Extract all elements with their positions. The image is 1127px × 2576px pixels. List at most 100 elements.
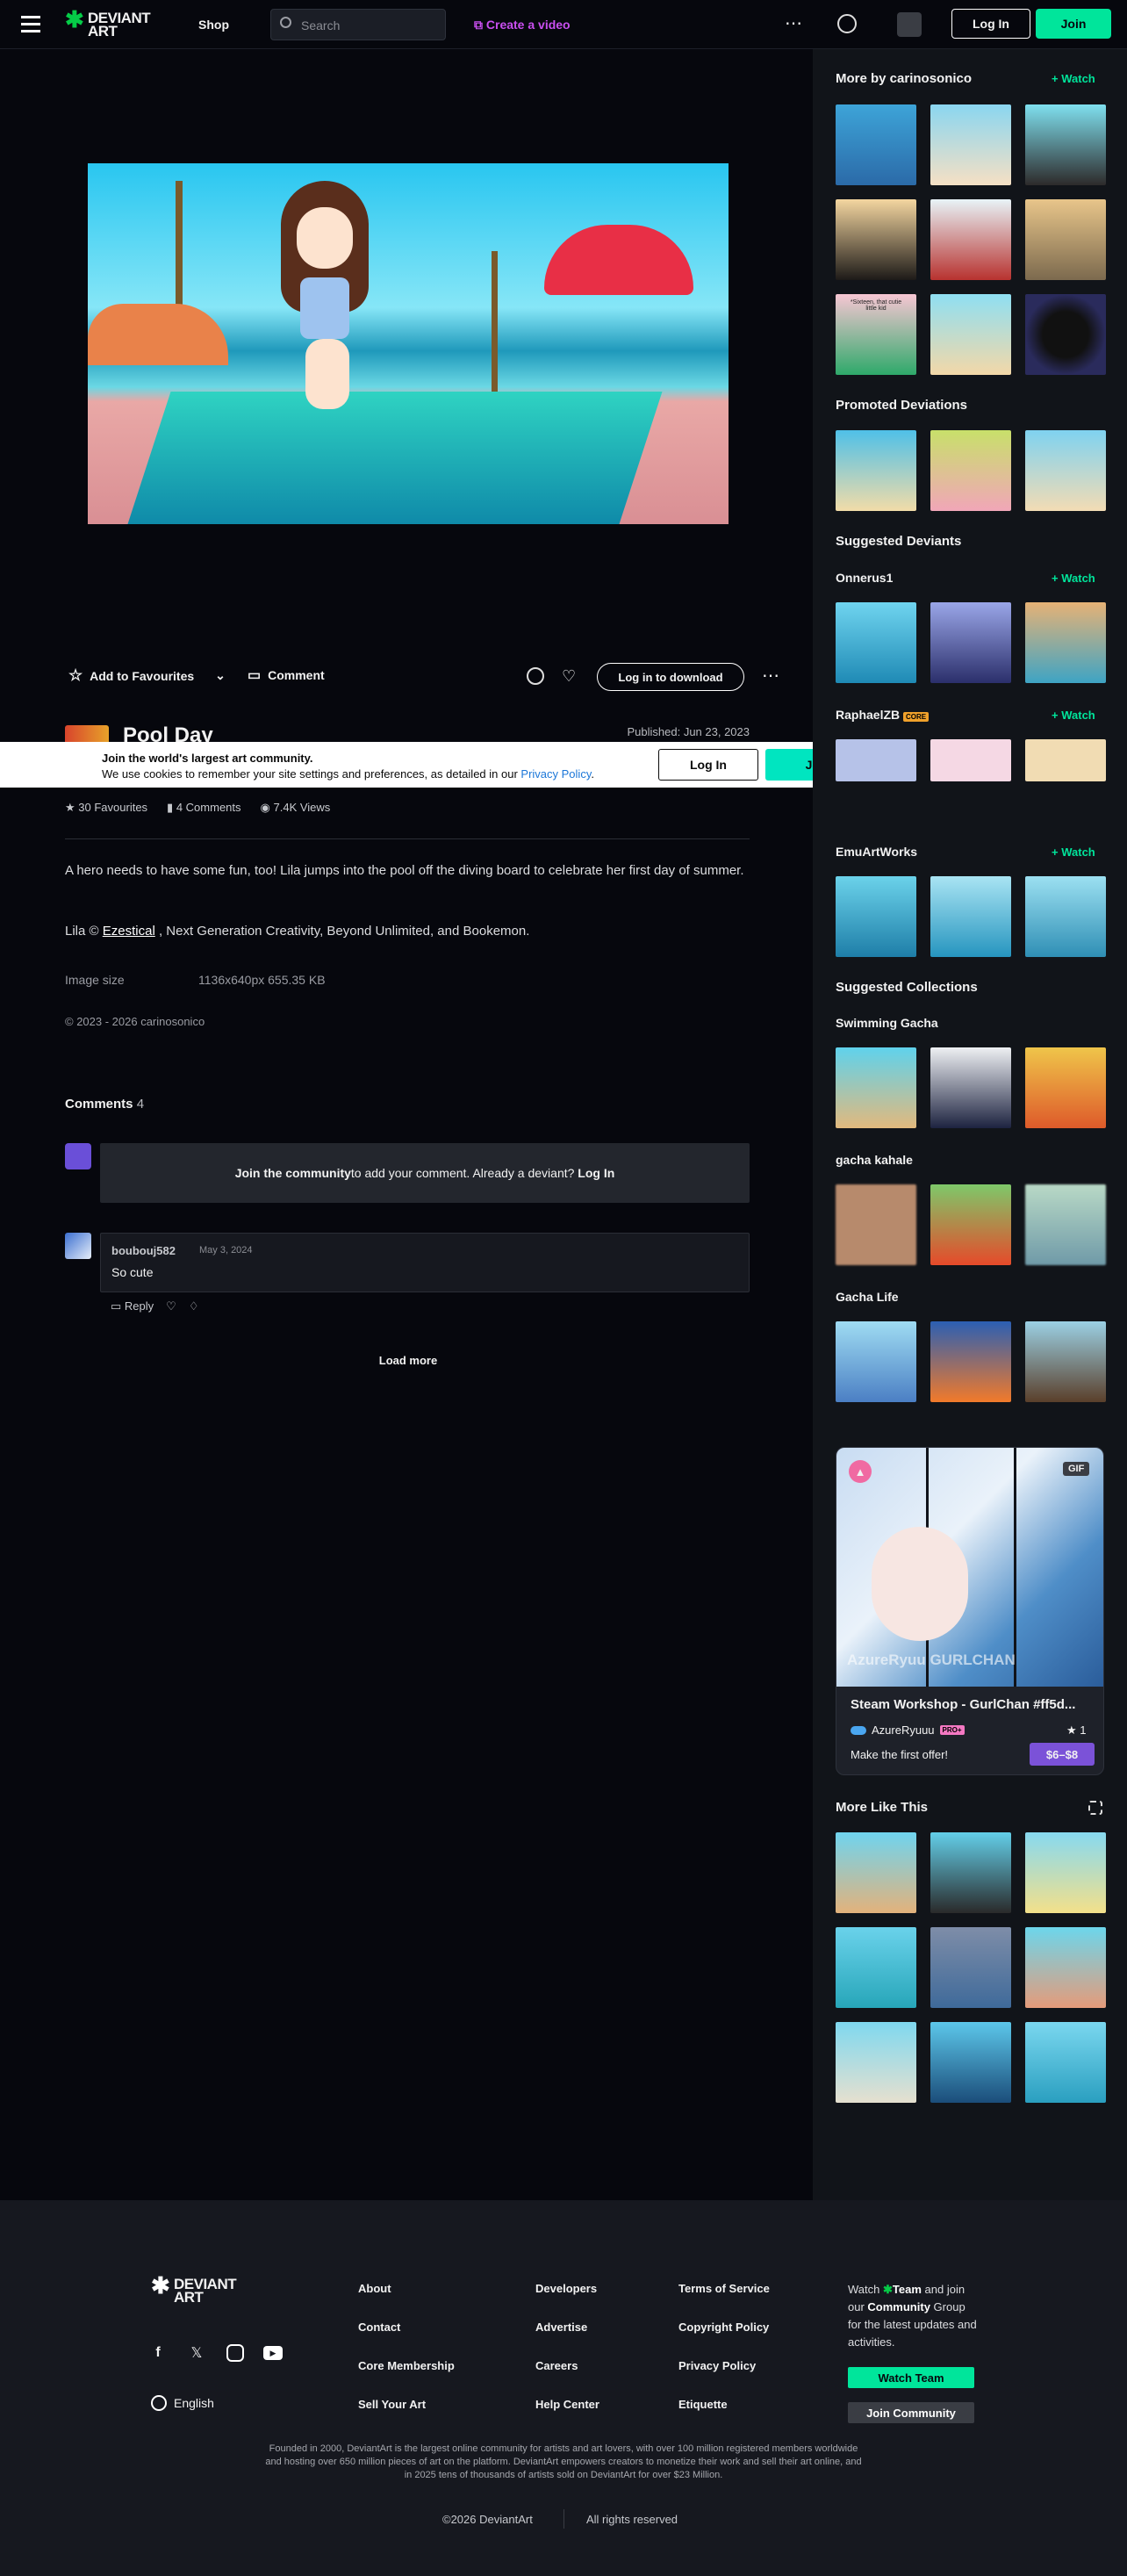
collection-name[interactable]: Swimming Gacha (836, 1016, 938, 1030)
thumbnail[interactable] (930, 1321, 1011, 1402)
thumbnail[interactable] (1025, 739, 1106, 781)
thumbnail[interactable] (1025, 430, 1106, 511)
watch-deviant-button[interactable]: + Watch (1052, 845, 1095, 859)
visual-search-icon[interactable] (1088, 1801, 1102, 1815)
like-icon[interactable]: ♡ (166, 1299, 176, 1313)
join-community-box[interactable]: Join the community to add your comment. … (100, 1143, 750, 1203)
thumbnail[interactable] (930, 104, 1011, 185)
footer-link-careers[interactable]: Careers (535, 2359, 578, 2372)
privacy-policy-link[interactable]: Privacy Policy (520, 767, 591, 781)
thumbnail[interactable] (930, 199, 1011, 280)
ezestical-link[interactable]: Ezestical (103, 924, 155, 939)
thumbnail[interactable] (836, 2022, 916, 2103)
badge-icon[interactable] (527, 667, 544, 685)
footer-link-help-center[interactable]: Help Center (535, 2398, 599, 2411)
thumbnail[interactable] (1025, 104, 1106, 185)
thumbnail[interactable] (836, 876, 916, 957)
thumbnail[interactable] (1025, 199, 1106, 280)
avatar-icon[interactable] (897, 12, 922, 37)
comment-button[interactable]: ▭ Comment (248, 666, 325, 684)
x-icon[interactable]: 𝕏 (188, 2344, 205, 2362)
thumbnail[interactable] (1025, 1927, 1106, 2008)
thumbnail[interactable] (930, 430, 1011, 511)
price-button[interactable]: $6–$8 (1030, 1743, 1095, 1766)
thumbnail[interactable] (1025, 602, 1106, 683)
globe-icon[interactable] (837, 14, 857, 33)
thumbnail[interactable] (836, 739, 916, 781)
thumbnail[interactable] (930, 1832, 1011, 1913)
thumbnail[interactable] (930, 1927, 1011, 2008)
thumbnail[interactable] (836, 1927, 916, 2008)
thumbnail[interactable] (836, 1321, 916, 1402)
deviant-name[interactable]: Onnerus1 (836, 571, 893, 585)
deviant-name[interactable]: RaphaelZB CORE (836, 708, 930, 722)
footer-link-developers[interactable]: Developers (535, 2282, 597, 2295)
thumbnail[interactable] (836, 199, 916, 280)
chevron-down-icon[interactable]: ⌄ (215, 668, 226, 683)
create-video-link[interactable]: ⧉ Create a video (474, 18, 571, 32)
thumbnail[interactable] (930, 876, 1011, 957)
download-button[interactable]: Log in to download (597, 663, 744, 691)
login-button[interactable]: Log In (951, 9, 1030, 39)
footer-link-etiquette[interactable]: Etiquette (678, 2398, 728, 2411)
thumbnail[interactable] (836, 1832, 916, 1913)
footer-link-advertise[interactable]: Advertise (535, 2321, 587, 2334)
facebook-icon[interactable]: f (149, 2344, 167, 2362)
footer-link-terms[interactable]: Terms of Service (678, 2282, 770, 2295)
footer-link-privacy-policy[interactable]: Privacy Policy (678, 2359, 756, 2372)
deviant-name[interactable]: EmuArtWorks (836, 845, 917, 859)
instagram-icon[interactable] (226, 2344, 244, 2362)
thumbnail[interactable] (836, 1047, 916, 1128)
collection-name[interactable]: gacha kahale (836, 1153, 913, 1167)
youtube-icon[interactable]: ▶ (263, 2346, 283, 2360)
thumbnail[interactable] (1025, 1184, 1106, 1265)
footer-link-sell-your-art[interactable]: Sell Your Art (358, 2398, 426, 2411)
watch-deviant-button[interactable]: + Watch (1052, 572, 1095, 585)
join-community-button[interactable]: Join Community (848, 2402, 974, 2423)
reply-button[interactable]: ▭ Reply (111, 1299, 154, 1313)
more-options-icon[interactable]: ⋯ (762, 665, 779, 687)
thumbnail[interactable] (930, 2022, 1011, 2103)
thumbnail[interactable] (836, 430, 916, 511)
load-more-button[interactable]: Load more (351, 1354, 465, 1367)
footer-link-contact[interactable]: Contact (358, 2321, 400, 2334)
watch-deviant-button[interactable]: + Watch (1052, 709, 1095, 722)
shop-link[interactable]: Shop (198, 18, 229, 32)
commenter-avatar[interactable] (65, 1233, 91, 1259)
ad-card[interactable]: AzureRyuu GURLCHAN ▲ GIF Steam Workshop … (836, 1447, 1104, 1775)
thumbnail[interactable] (1025, 1047, 1106, 1128)
thumbnail[interactable] (1025, 1832, 1106, 1913)
footer-logo[interactable]: ✱ DEVIANT ART (151, 2274, 248, 2306)
thumbnail[interactable] (836, 602, 916, 683)
search-box[interactable]: Search (270, 9, 446, 40)
add-to-favourites-button[interactable]: ☆ Add to Favourites ⌄ (68, 666, 226, 685)
thumbnail[interactable] (1025, 2022, 1106, 2103)
thumbnail[interactable] (836, 104, 916, 185)
tip-icon[interactable]: ♢ (189, 1299, 199, 1313)
collection-name[interactable]: Gacha Life (836, 1290, 899, 1304)
comment-login-link[interactable]: Log In (578, 1166, 614, 1180)
cookie-login-button[interactable]: Log In (658, 749, 758, 781)
thumbnail[interactable] (1025, 294, 1106, 375)
search-input[interactable]: Search (301, 18, 340, 32)
tip-icon[interactable]: ♡ (562, 667, 576, 686)
thumbnail[interactable] (1025, 876, 1106, 957)
footer-link-copyright-policy[interactable]: Copyright Policy (678, 2321, 769, 2334)
menu-icon[interactable] (21, 16, 40, 32)
more-icon[interactable]: ⋯ (785, 12, 803, 34)
watch-author-button[interactable]: + Watch (1052, 72, 1095, 85)
watch-team-button[interactable]: Watch Team (848, 2367, 974, 2388)
language-selector[interactable]: English (151, 2395, 214, 2411)
thumbnail[interactable] (930, 1047, 1011, 1128)
thumbnail[interactable] (1025, 1321, 1106, 1402)
thumbnail[interactable] (930, 739, 1011, 781)
ad-user[interactable]: AzureRyuuu PRO+ (851, 1723, 965, 1737)
thumbnail[interactable] (836, 1184, 916, 1265)
thumbnail[interactable]: *Sixteen, that cutie little kid (836, 294, 916, 375)
more-by-title[interactable]: More by carinosonico (836, 71, 972, 86)
comment-username[interactable]: boubouj582 (111, 1244, 176, 1257)
ad-title[interactable]: Steam Workshop - GurlChan #ff5d... (851, 1697, 1075, 1712)
thumbnail[interactable] (930, 602, 1011, 683)
footer-link-about[interactable]: About (358, 2282, 391, 2295)
thumbnail[interactable] (930, 294, 1011, 375)
